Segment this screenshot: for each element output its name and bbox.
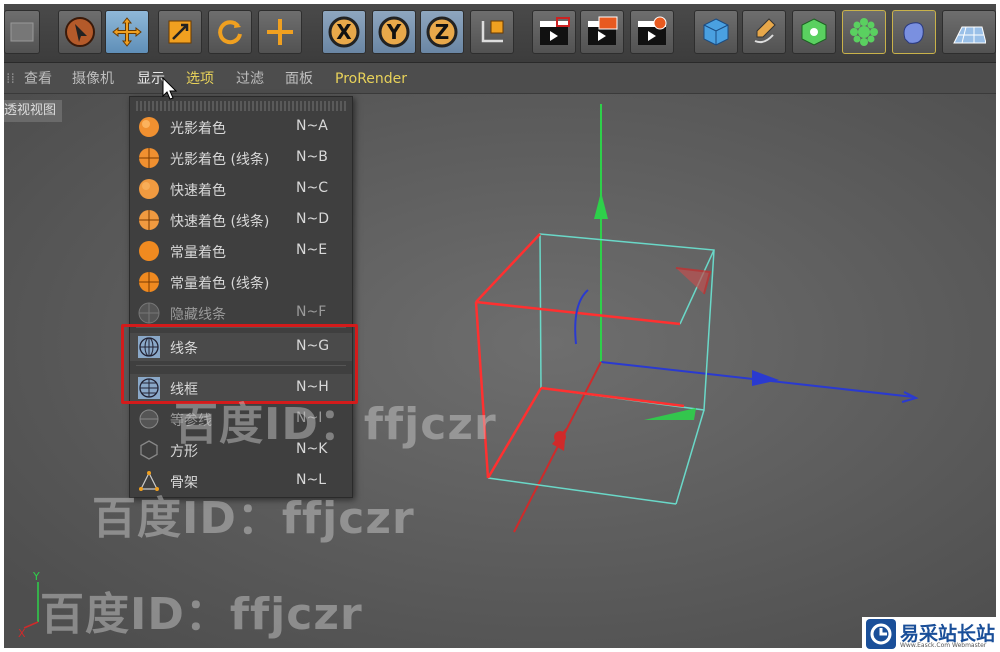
clapper-icon <box>540 17 570 45</box>
live-select-button[interactable] <box>58 10 102 54</box>
menu-prorender[interactable]: ProRender <box>335 69 407 89</box>
subdivision-cube-icon <box>801 18 827 46</box>
scale-icon <box>168 20 192 44</box>
floor-button[interactable] <box>942 10 996 54</box>
undo-icon[interactable] <box>4 10 40 54</box>
menu-tearoff-grip[interactable] <box>136 101 346 111</box>
rotate-icon <box>218 20 242 45</box>
svg-text:Y: Y <box>386 20 402 44</box>
shading-sphere-lines-icon <box>139 148 159 168</box>
y-axis-lock-button[interactable]: Y <box>372 10 416 54</box>
menu-item-constant-shading-lines[interactable]: 常量着色 (线条) <box>130 268 352 296</box>
scale-tool-button[interactable] <box>158 10 202 54</box>
transform-tool-button[interactable] <box>258 10 302 54</box>
clapper-gear-icon <box>638 16 667 45</box>
menu-panel[interactable]: 面板 <box>285 69 313 89</box>
quick-sphere-lines-icon <box>139 210 159 230</box>
mouse-cursor-icon <box>162 77 178 100</box>
render-settings-button[interactable] <box>630 10 674 54</box>
viewport-menubar: ⁞⁞ 查看 摄像机 显示 选项 过滤 面板 ProRender <box>4 63 996 94</box>
main-toolbar: X Y Z <box>4 4 996 63</box>
constant-sphere-lines-icon <box>139 272 159 292</box>
menu-item-quick-shading-lines[interactable]: 快速着色 (线条) N~D <box>130 206 352 234</box>
pen-icon <box>754 18 776 44</box>
menu-item-quick-shading[interactable]: 快速着色 N~C <box>130 175 352 203</box>
cloner-icon <box>850 18 878 46</box>
menu-item-constant-shading[interactable]: 常量着色 N~E <box>130 237 352 265</box>
quick-sphere-icon <box>139 179 159 199</box>
menu-display[interactable]: 显示 <box>137 69 165 89</box>
select-arrow-icon <box>65 17 95 47</box>
clapper-picture-icon <box>588 16 618 45</box>
isoparm-sphere-icon <box>139 409 159 429</box>
render-picture-viewer-button[interactable] <box>580 10 624 54</box>
svg-text:X: X <box>336 20 352 44</box>
hidden-line-sphere-icon <box>138 302 160 324</box>
box-hexagon-icon <box>140 440 158 460</box>
coordinate-system-icon <box>481 20 504 43</box>
logo-emblem-icon <box>866 619 896 649</box>
move-arrows-icon <box>112 17 142 47</box>
svg-text:Z: Z <box>435 20 450 44</box>
site-logo: 易采站长站 Www.Easck.Com Webmaster <box>862 617 1000 651</box>
coordinate-system-button[interactable] <box>470 10 514 54</box>
cube-primitive-button[interactable] <box>694 10 738 54</box>
world-axis-y-label: Y <box>32 570 40 583</box>
subdivision-surface-button[interactable] <box>792 10 836 54</box>
rotate-tool-button[interactable] <box>208 10 252 54</box>
watermark-text: 百度ID：ffjczr <box>40 589 363 640</box>
menu-item-hidden-line[interactable]: 隐藏线条 N~F <box>130 299 352 327</box>
constant-sphere-icon <box>139 241 159 261</box>
menu-options[interactable]: 选项 <box>186 69 214 89</box>
menu-item-gouraud-shading[interactable]: 光影着色 N~A <box>130 113 352 141</box>
deformer-button[interactable] <box>892 10 936 54</box>
cube-icon <box>703 18 729 46</box>
watermark-text: 百度ID：ffjczr <box>92 493 415 544</box>
cloner-button[interactable] <box>842 10 886 54</box>
x-axis-lock-button[interactable]: X <box>322 10 366 54</box>
z-axis-lock-button[interactable]: Z <box>420 10 464 54</box>
menu-view[interactable]: 查看 <box>24 69 52 89</box>
pen-spline-button[interactable] <box>742 10 786 54</box>
watermark-text: 百度ID：ffjczr <box>174 399 497 450</box>
floor-grid-icon <box>953 26 986 44</box>
menu-filter[interactable]: 过滤 <box>236 69 264 89</box>
menu-camera[interactable]: 摄像机 <box>72 69 114 89</box>
c4d-window: X Y Z ⁞⁞ 查看 摄像机 显示 选项 过滤 面板 ProRender Y … <box>4 4 996 648</box>
menu-item-gouraud-shading-lines[interactable]: 光影着色 (线条) N~B <box>130 144 352 172</box>
bend-deformer-icon <box>903 22 924 44</box>
viewport-title: 透视视图 <box>4 100 63 122</box>
shading-sphere-icon <box>139 117 159 137</box>
plus-arrows-icon <box>267 19 293 45</box>
logo-subtext: Www.Easck.Com Webmaster <box>900 642 987 649</box>
menubar-grip-icon: ⁞⁞ <box>6 71 15 87</box>
render-view-button[interactable] <box>532 10 576 54</box>
world-axis-x-label: X <box>18 627 26 640</box>
move-tool-button[interactable] <box>105 10 149 54</box>
